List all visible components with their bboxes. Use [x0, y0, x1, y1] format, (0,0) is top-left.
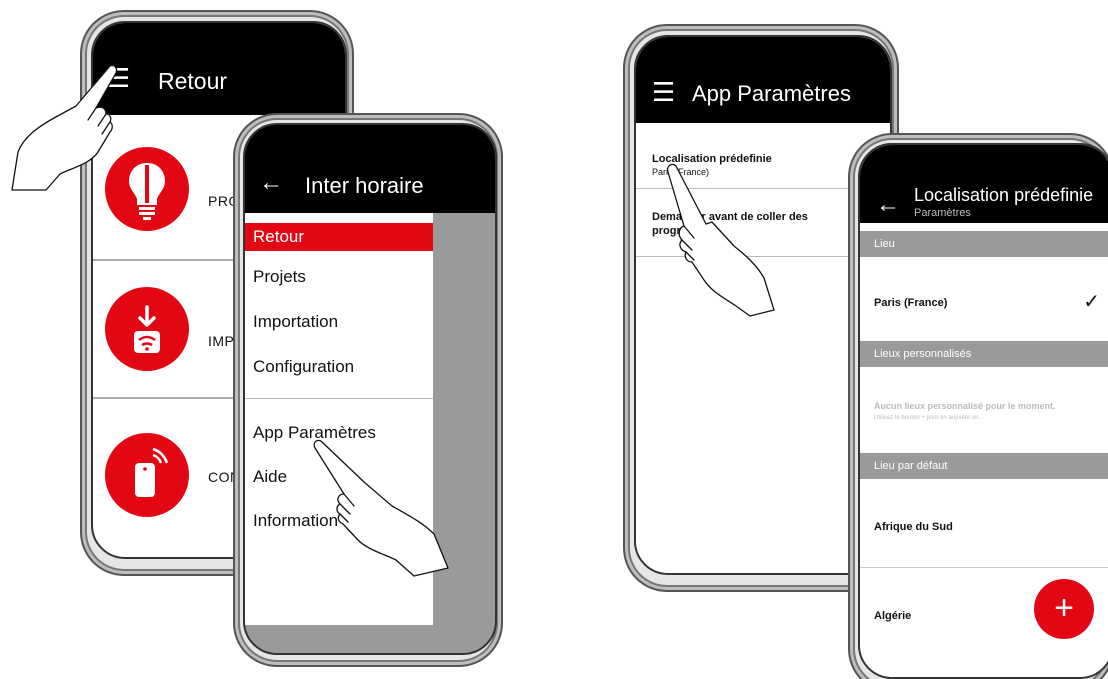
divider [245, 398, 433, 399]
empty-state-title: Aucun lieux personnalisé pour le moment. [874, 401, 1056, 411]
back-arrow-icon[interactable]: ← [876, 193, 900, 217]
app-bar-title: Inter horaire [305, 173, 424, 198]
remote-signal-icon [105, 433, 189, 517]
app-bar-subtitle: Paramètres [914, 207, 971, 219]
section-header-lieu: Lieu [860, 231, 1108, 257]
download-wifi-icon [105, 287, 189, 371]
pointing-hand-icon [666, 163, 775, 317]
drawer-item-importation[interactable]: Importation [245, 312, 433, 332]
app-bar: ☰ App Paramètres [636, 37, 890, 123]
add-location-button[interactable]: + [1034, 579, 1094, 639]
app-bar: ← Localisation prédefinie Paramètres [860, 145, 1108, 223]
drawer-item-projets[interactable]: Projets [245, 267, 433, 287]
checkmark-icon: ✓ [1083, 291, 1100, 313]
location-screen: ← Localisation prédefinie Paramètres Lie… [858, 143, 1108, 679]
section-header-personnalises: Lieux personnalisés [860, 341, 1108, 367]
list-item[interactable]: Afrique du Sud [860, 479, 1108, 567]
location-label: Afrique du Sud [874, 521, 953, 533]
drawer-item-configuration[interactable]: Configuration [245, 357, 433, 377]
hamburger-icon[interactable]: ☰ [652, 79, 675, 105]
location-label: Algérie [874, 610, 912, 622]
empty-state-hint: Utilisez le bouton + pour en aujouter un… [874, 415, 981, 421]
location-label: Paris (France) [874, 297, 948, 309]
back-arrow-icon[interactable]: ← [259, 171, 283, 195]
pointing-hand-icon [11, 64, 118, 191]
app-bar-title: Localisation prédefinie [914, 185, 1094, 205]
app-bar: ← Inter horaire [245, 125, 495, 213]
section-header-defaut: Lieu par défaut [860, 453, 1108, 479]
pointing-hand-icon [313, 439, 449, 577]
location-item-selected[interactable]: Paris (France) ✓ [860, 257, 1108, 341]
phone-location-screen: ← Localisation prédefinie Paramètres Lie… [848, 133, 1108, 679]
app-bar-title: Retour [158, 68, 228, 94]
drawer-item-retour[interactable]: Retour [245, 223, 433, 251]
app-bar-title: App Paramètres [692, 81, 851, 106]
